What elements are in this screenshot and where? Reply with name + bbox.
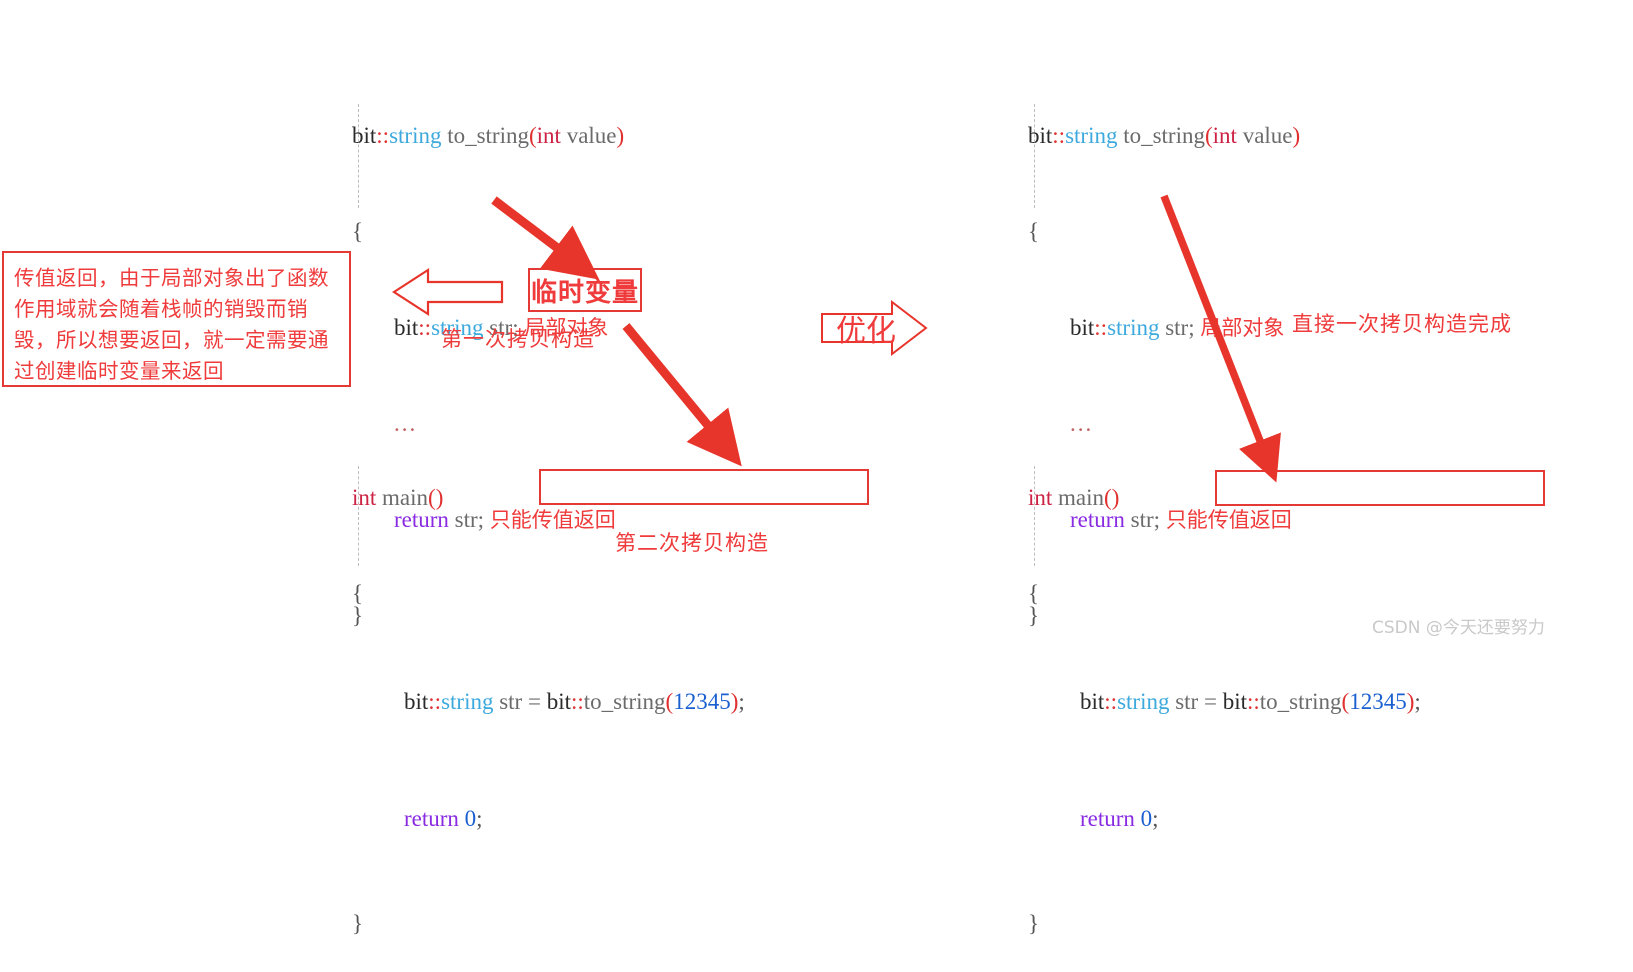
- code-line-open-brace: {: [1028, 581, 1040, 606]
- code-line-signature: bit::string to_string(int value): [1028, 120, 1300, 152]
- arrow-return-to-temp: [491, 196, 600, 280]
- note-box-text: 传值返回，由于局部对象出了函数作用域就会随着栈帧的销毁而销毁，所以想要返回，就一…: [14, 266, 329, 383]
- code-token-function-name: to_string: [1259, 689, 1342, 714]
- code-token-number: 12345: [1349, 689, 1407, 714]
- code-token-namespace: bit: [1070, 315, 1095, 340]
- right-main-indent-guide: [1034, 466, 1035, 566]
- code-token-paren-open: (: [1204, 123, 1213, 148]
- code-token-function-name: main: [1052, 485, 1105, 510]
- code-token-paren-close: ): [1406, 689, 1415, 714]
- right-function-indent-guide: [1034, 104, 1035, 208]
- code-token-namespace: bit: [1222, 689, 1247, 714]
- code-line-str-assign: bit::string str = bit::to_string(12345);: [352, 674, 745, 730]
- code-token-semicolon: ;: [738, 689, 745, 714]
- code-token-type-int: int: [1028, 485, 1053, 510]
- code-token-scope-operator: ::: [1094, 315, 1108, 340]
- code-token-number: 0: [458, 806, 477, 831]
- code-token-keyword-return: return: [404, 806, 459, 831]
- code-line-signature: bit::string to_string(int value): [352, 120, 624, 152]
- code-token-namespace: bit: [1080, 689, 1105, 714]
- code-token-paren-close: ): [730, 689, 739, 714]
- left-function-indent-guide: [358, 104, 359, 208]
- code-token-namespace: bit: [352, 123, 377, 148]
- code-token-class: string: [1065, 123, 1118, 148]
- code-token-semicolon: ;: [1152, 806, 1159, 831]
- code-line-close-brace: }: [1028, 911, 1040, 936]
- direct-copy-construction-label: 直接一次拷贝构造完成: [1292, 312, 1512, 336]
- code-token-function-name: to_string: [1123, 123, 1205, 148]
- code-token-paren-open: (: [1341, 689, 1350, 714]
- code-token-scope-operator: ::: [376, 123, 390, 148]
- code-token-function-name: main: [376, 485, 429, 510]
- code-token-function-name: to_string: [583, 689, 666, 714]
- code-line-close-brace: }: [352, 911, 364, 936]
- code-token-scope-operator: ::: [428, 689, 442, 714]
- first-copy-construction-label: 第一次拷贝构造: [441, 327, 595, 351]
- code-token-type-int: int: [352, 485, 377, 510]
- code-token-parens: (): [428, 485, 444, 510]
- code-token-semicolon: ;: [1414, 689, 1421, 714]
- note-box-return-by-value: 传值返回，由于局部对象出了函数作用域就会随着栈帧的销毁而销毁，所以想要返回，就一…: [2, 251, 351, 387]
- code-token-number: 12345: [673, 689, 731, 714]
- code-token-keyword-return: return: [1080, 806, 1135, 831]
- code-token-paren-close: ): [1292, 123, 1301, 148]
- code-token-paren-close: ): [616, 123, 625, 148]
- code-token-namespace: bit: [546, 689, 571, 714]
- code-token-scope-operator: ::: [1052, 123, 1066, 148]
- code-token-class: string: [1117, 689, 1170, 714]
- code-token-function-name: to_string: [447, 123, 529, 148]
- code-line-return-zero: return 0;: [1028, 794, 1421, 844]
- code-token-paren-open: (: [665, 689, 674, 714]
- code-token-variable: str =: [499, 689, 547, 714]
- second-copy-construction-label: 第二次拷贝构造: [615, 531, 769, 555]
- code-token-namespace: bit: [404, 689, 429, 714]
- optimize-label: 优化: [836, 314, 896, 349]
- code-token-namespace: bit: [394, 315, 419, 340]
- arrow-direct-copy: [1160, 194, 1281, 483]
- code-token-type-int: int: [536, 123, 561, 148]
- code-line-main-signature: int main(): [352, 482, 745, 514]
- left-hollow-arrow: [391, 267, 504, 317]
- right-main-code: int main() { bit::string str = bit::to_s…: [1028, 418, 1421, 972]
- code-token-param-name: value: [560, 123, 617, 148]
- left-main-indent-guide: [358, 466, 359, 566]
- code-token-scope-operator: ::: [418, 315, 432, 340]
- code-token-scope-operator: ::: [1104, 689, 1118, 714]
- left-main-code: int main() { bit::string str = bit::to_s…: [352, 418, 745, 972]
- code-token-param-name: value: [1236, 123, 1293, 148]
- code-token-class: string: [389, 123, 442, 148]
- arrow-temp-to-main: [622, 323, 742, 467]
- csdn-watermark: CSDN @今天还要努力: [1372, 618, 1545, 638]
- code-token-semicolon: ;: [476, 806, 483, 831]
- code-token-class: string: [441, 689, 494, 714]
- code-token-variable: str =: [1175, 689, 1223, 714]
- code-line-main-signature: int main(): [1028, 482, 1421, 514]
- code-line-str-assign: bit::string str = bit::to_string(12345);: [1028, 674, 1421, 730]
- code-line-open-brace: {: [352, 581, 364, 606]
- code-token-number: 0: [1134, 806, 1153, 831]
- code-token-paren-open: (: [528, 123, 537, 148]
- code-token-scope-operator: ::: [570, 689, 584, 714]
- code-token-namespace: bit: [1028, 123, 1053, 148]
- code-token-scope-operator: ::: [1246, 689, 1260, 714]
- code-token-type-int: int: [1212, 123, 1237, 148]
- code-line-return-zero: return 0;: [352, 794, 745, 844]
- code-token-parens: (): [1104, 485, 1120, 510]
- code-token-class: string: [1107, 315, 1160, 340]
